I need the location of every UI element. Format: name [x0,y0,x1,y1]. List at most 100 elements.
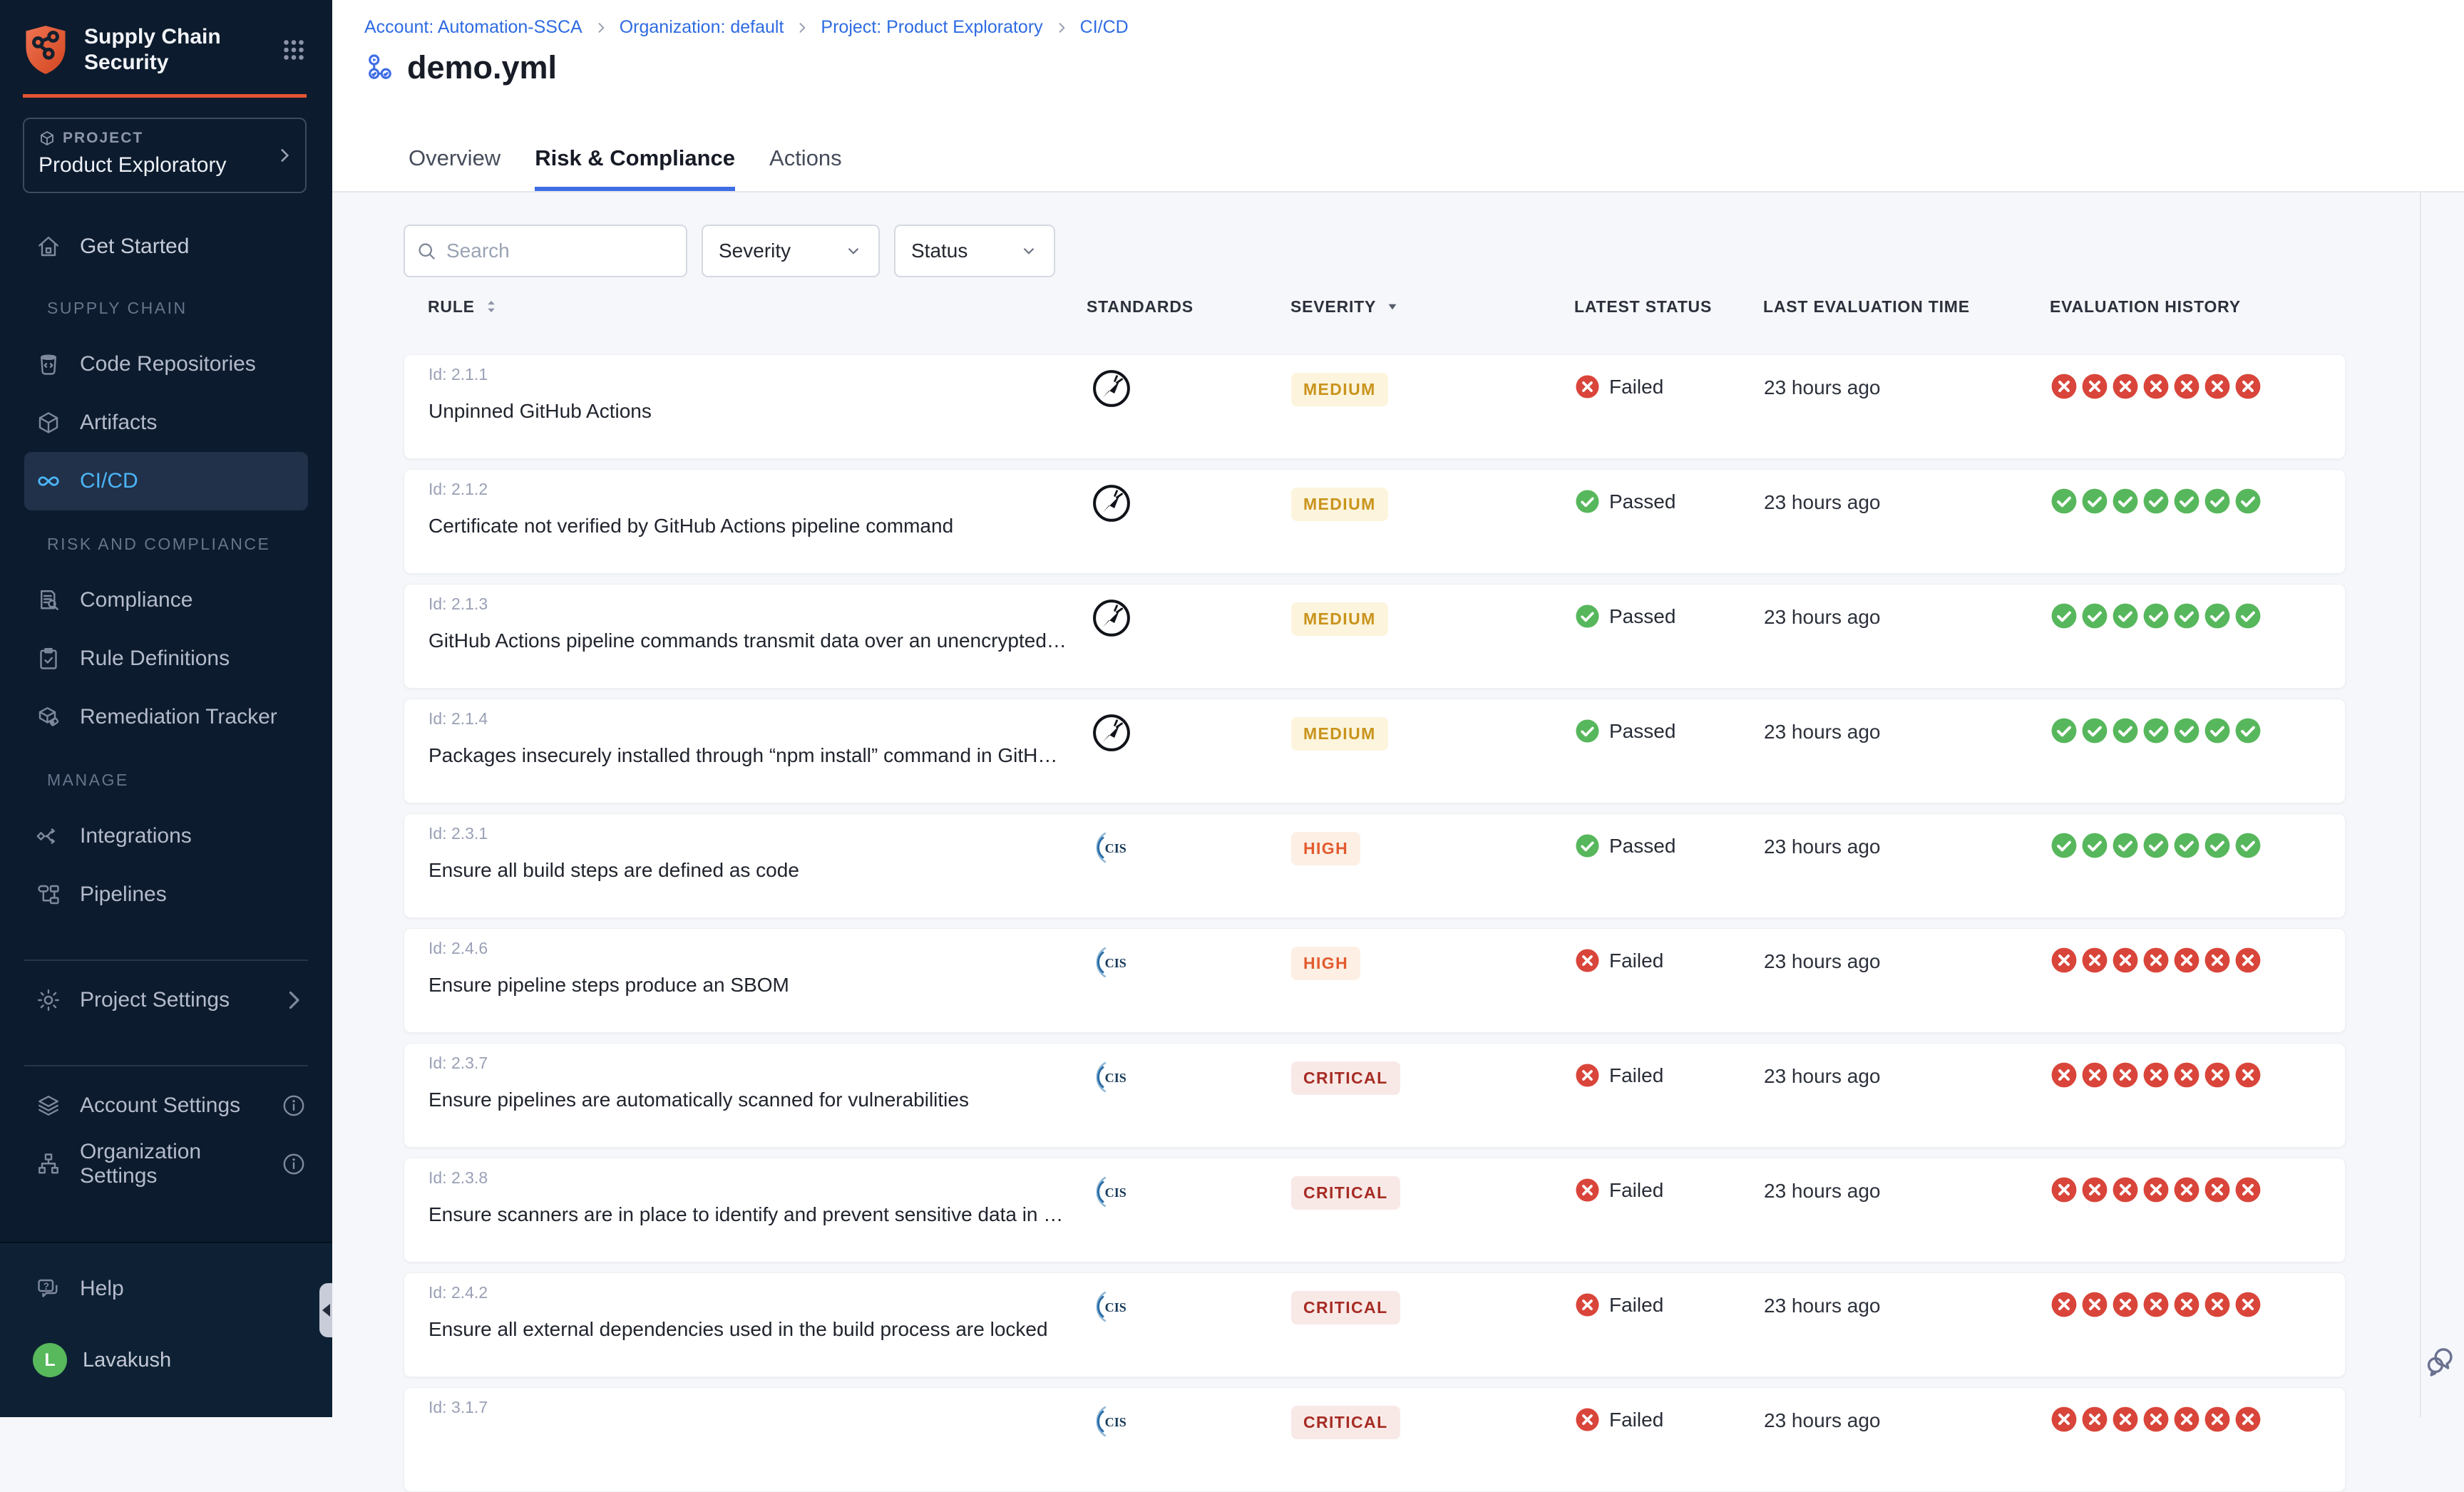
failed-icon[interactable] [2142,1406,2170,1433]
failed-icon[interactable] [2050,1061,2078,1089]
table-row[interactable]: Id: 2.1.3GitHub Actions pipeline command… [404,584,2346,689]
passed-icon[interactable] [2112,832,2139,859]
severity-filter-dropdown[interactable]: Severity [702,225,880,277]
passed-icon[interactable] [2204,602,2231,629]
passed-icon[interactable] [2142,832,2170,859]
failed-icon[interactable] [2234,373,2262,400]
failed-icon[interactable] [2204,947,2231,974]
sidebar-item-pipelines[interactable]: Pipelines [0,865,332,924]
passed-icon[interactable] [2142,717,2170,744]
failed-icon[interactable] [2234,1406,2262,1433]
failed-icon[interactable] [2112,1061,2139,1089]
tab-actions[interactable]: Actions [769,145,842,191]
failed-icon[interactable] [2142,947,2170,974]
passed-icon[interactable] [2204,717,2231,744]
table-row[interactable]: Id: 2.4.6Ensure pipeline steps produce a… [404,928,2346,1033]
failed-icon[interactable] [2234,1176,2262,1203]
failed-icon[interactable] [2173,1061,2200,1089]
passed-icon[interactable] [2050,717,2078,744]
failed-icon[interactable] [2173,947,2200,974]
failed-icon[interactable] [2081,1176,2108,1203]
tab-risk-compliance[interactable]: Risk & Compliance [535,145,735,191]
failed-icon[interactable] [2142,1061,2170,1089]
table-row[interactable]: Id: 2.1.4Packages insecurely installed t… [404,699,2346,803]
passed-icon[interactable] [2112,717,2139,744]
passed-icon[interactable] [2234,717,2262,744]
failed-icon[interactable] [2234,1291,2262,1318]
sidebar-item-code-repositories[interactable]: Code Repositories [0,335,332,393]
failed-icon[interactable] [2081,1406,2108,1433]
failed-icon[interactable] [2173,1176,2200,1203]
table-row[interactable]: Id: 3.1.7CISCRITICALFailed23 hours ago [404,1387,2346,1492]
sidebar-item-remediation-tracker[interactable]: Remediation Tracker [0,688,332,746]
breadcrumb-link[interactable]: CI/CD [1080,17,1129,38]
passed-icon[interactable] [2204,488,2231,515]
sidebar-item-artifacts[interactable]: Artifacts [0,393,332,452]
passed-icon[interactable] [2050,602,2078,629]
failed-icon[interactable] [2234,947,2262,974]
failed-icon[interactable] [2234,1061,2262,1089]
table-row[interactable]: Id: 2.3.8Ensure scanners are in place to… [404,1158,2346,1262]
failed-icon[interactable] [2112,1406,2139,1433]
table-row[interactable]: Id: 2.3.1Ensure all build steps are defi… [404,813,2346,918]
user-menu[interactable]: L Lavakush [0,1343,332,1377]
failed-icon[interactable] [2204,1291,2231,1318]
passed-icon[interactable] [2050,488,2078,515]
sidebar-item-project-settings[interactable]: Project Settings [0,971,332,1029]
passed-icon[interactable] [2173,832,2200,859]
passed-icon[interactable] [2081,832,2108,859]
failed-icon[interactable] [2204,1406,2231,1433]
passed-icon[interactable] [2173,602,2200,629]
failed-icon[interactable] [2050,1176,2078,1203]
passed-icon[interactable] [2204,832,2231,859]
breadcrumb-link[interactable]: Project: Product Exploratory [821,17,1042,38]
passed-icon[interactable] [2112,488,2139,515]
table-row[interactable]: Id: 2.4.2Ensure all external dependencie… [404,1272,2346,1377]
breadcrumb-link[interactable]: Organization: default [620,17,784,38]
breadcrumb-link[interactable]: Account: Automation-SSCA [364,17,582,38]
passed-icon[interactable] [2234,832,2262,859]
table-row[interactable]: Id: 2.1.1Unpinned GitHub ActionsMEDIUMFa… [404,354,2346,459]
failed-icon[interactable] [2050,1406,2078,1433]
sidebar-item-account-settings[interactable]: Account Settings [0,1076,332,1135]
search-input[interactable] [404,225,687,277]
passed-icon[interactable] [2142,602,2170,629]
failed-icon[interactable] [2081,1291,2108,1318]
passed-icon[interactable] [2173,488,2200,515]
tab-overview[interactable]: Overview [409,145,500,191]
failed-icon[interactable] [2204,1176,2231,1203]
failed-icon[interactable] [2142,1176,2170,1203]
support-chat-icon[interactable] [2424,1344,2458,1379]
sidebar-item-ci-cd[interactable]: CI/CD [24,452,308,510]
failed-icon[interactable] [2173,1406,2200,1433]
passed-icon[interactable] [2173,717,2200,744]
sort-desc-icon[interactable] [1383,297,1402,316]
sidebar-item-help[interactable]: ? Help [0,1263,332,1314]
failed-icon[interactable] [2112,373,2139,400]
failed-icon[interactable] [2142,1291,2170,1318]
project-selector[interactable]: PROJECT Product Exploratory [23,118,307,193]
failed-icon[interactable] [2050,947,2078,974]
status-filter-dropdown[interactable]: Status [894,225,1055,277]
passed-icon[interactable] [2081,488,2108,515]
sidebar-item-organization-settings[interactable]: Organization Settings [0,1135,332,1193]
sidebar-item-compliance[interactable]: Compliance [0,571,332,629]
passed-icon[interactable] [2081,602,2108,629]
passed-icon[interactable] [2142,488,2170,515]
failed-icon[interactable] [2142,373,2170,400]
failed-icon[interactable] [2081,373,2108,400]
failed-icon[interactable] [2081,947,2108,974]
app-switcher-grid-icon[interactable] [281,37,307,63]
failed-icon[interactable] [2173,1291,2200,1318]
sidebar-item-get-started[interactable]: Get Started [0,219,332,274]
failed-icon[interactable] [2112,1291,2139,1318]
passed-icon[interactable] [2234,602,2262,629]
table-row[interactable]: Id: 2.3.7Ensure pipelines are automatica… [404,1043,2346,1148]
sidebar-collapse-handle[interactable] [319,1283,332,1337]
passed-icon[interactable] [2112,602,2139,629]
failed-icon[interactable] [2112,947,2139,974]
passed-icon[interactable] [2050,832,2078,859]
failed-icon[interactable] [2204,373,2231,400]
sort-icon[interactable] [482,297,500,316]
sidebar-item-rule-definitions[interactable]: Rule Definitions [0,629,332,688]
